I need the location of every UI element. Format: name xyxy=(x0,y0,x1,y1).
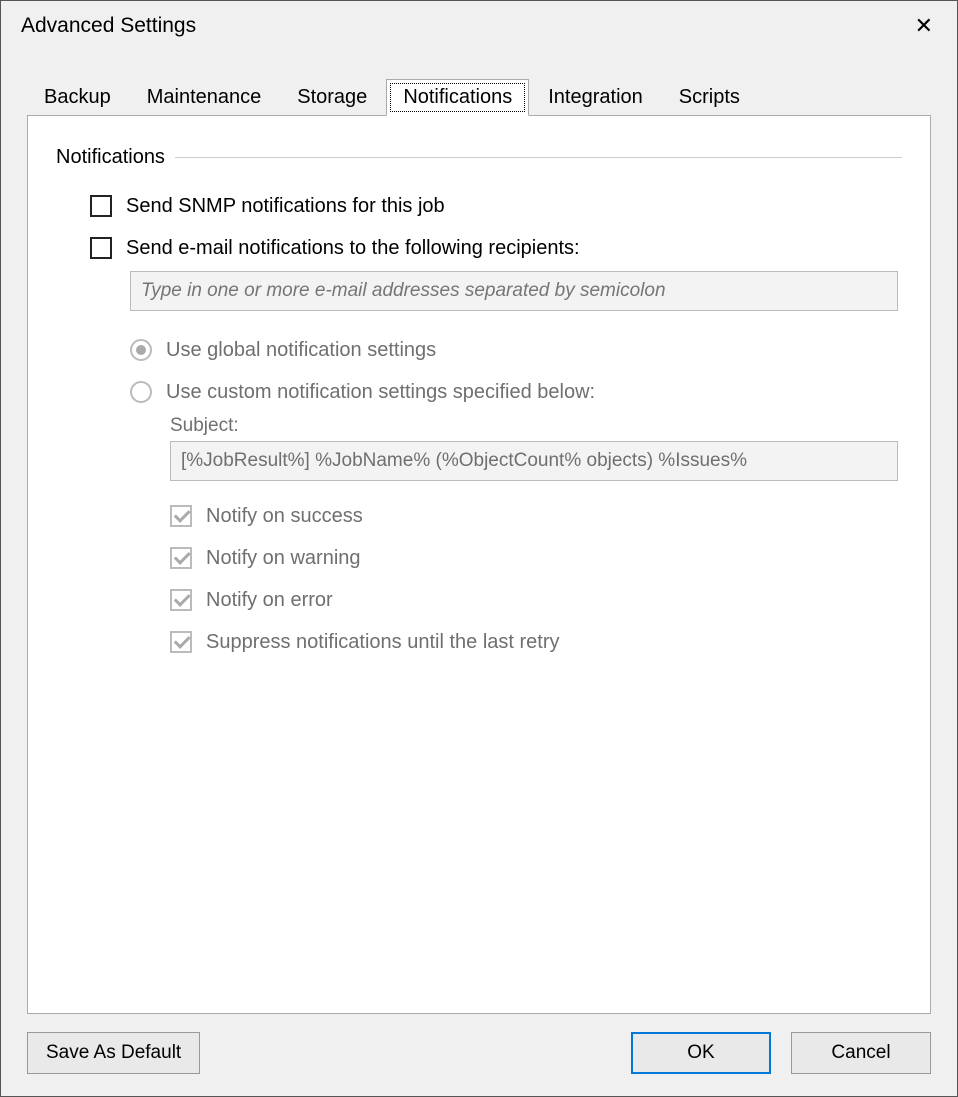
close-icon[interactable]: ✕ xyxy=(905,11,943,41)
checkbox-snmp[interactable] xyxy=(90,195,112,217)
radio-global[interactable] xyxy=(130,339,152,361)
subject-label: Subject: xyxy=(170,415,898,437)
tab-content-notifications: Notifications Send SNMP notifications fo… xyxy=(27,116,931,1014)
tabstrip: Backup Maintenance Storage Notifications… xyxy=(27,79,931,116)
email-input-block xyxy=(130,271,898,311)
group-divider xyxy=(175,157,902,158)
row-snmp: Send SNMP notifications for this job xyxy=(90,193,902,219)
ok-button[interactable]: OK xyxy=(631,1032,771,1074)
tab-notifications[interactable]: Notifications xyxy=(386,79,529,116)
label-notify-error: Notify on error xyxy=(206,587,333,613)
label-email: Send e-mail notifications to the followi… xyxy=(126,235,580,261)
row-radio-custom: Use custom notification settings specifi… xyxy=(130,379,902,405)
row-notify-warning: Notify on warning xyxy=(170,545,902,571)
cancel-button[interactable]: Cancel xyxy=(791,1032,931,1074)
label-snmp: Send SNMP notifications for this job xyxy=(126,193,445,219)
row-email: Send e-mail notifications to the followi… xyxy=(90,235,902,261)
subject-input[interactable] xyxy=(170,441,898,481)
save-as-default-button[interactable]: Save As Default xyxy=(27,1032,200,1074)
checkbox-notify-warning[interactable] xyxy=(170,547,192,569)
label-suppress: Suppress notifications until the last re… xyxy=(206,629,560,655)
group-title: Notifications xyxy=(56,146,175,169)
checkbox-email[interactable] xyxy=(90,237,112,259)
subject-block: Subject: xyxy=(170,415,898,481)
dialog-title: Advanced Settings xyxy=(21,14,196,38)
row-notify-error: Notify on error xyxy=(170,587,902,613)
group-header: Notifications xyxy=(56,146,902,169)
label-notify-warning: Notify on warning xyxy=(206,545,361,571)
dialog-footer: Save As Default OK Cancel xyxy=(1,1014,957,1096)
label-notify-success: Notify on success xyxy=(206,503,363,529)
tab-maintenance[interactable]: Maintenance xyxy=(130,79,279,115)
tab-storage[interactable]: Storage xyxy=(280,79,384,115)
tab-scripts[interactable]: Scripts xyxy=(662,79,757,115)
checkbox-suppress[interactable] xyxy=(170,631,192,653)
row-radio-global: Use global notification settings xyxy=(130,337,902,363)
email-input[interactable] xyxy=(130,271,898,311)
tab-integration[interactable]: Integration xyxy=(531,79,660,115)
tab-backup[interactable]: Backup xyxy=(27,79,128,115)
radio-custom[interactable] xyxy=(130,381,152,403)
advanced-settings-dialog: Advanced Settings ✕ Backup Maintenance S… xyxy=(0,0,958,1097)
titlebar: Advanced Settings ✕ xyxy=(1,1,957,51)
label-radio-global: Use global notification settings xyxy=(166,337,436,363)
label-radio-custom: Use custom notification settings specifi… xyxy=(166,379,595,405)
row-suppress: Suppress notifications until the last re… xyxy=(170,629,902,655)
checkbox-notify-error[interactable] xyxy=(170,589,192,611)
row-notify-success: Notify on success xyxy=(170,503,902,529)
checkbox-notify-success[interactable] xyxy=(170,505,192,527)
